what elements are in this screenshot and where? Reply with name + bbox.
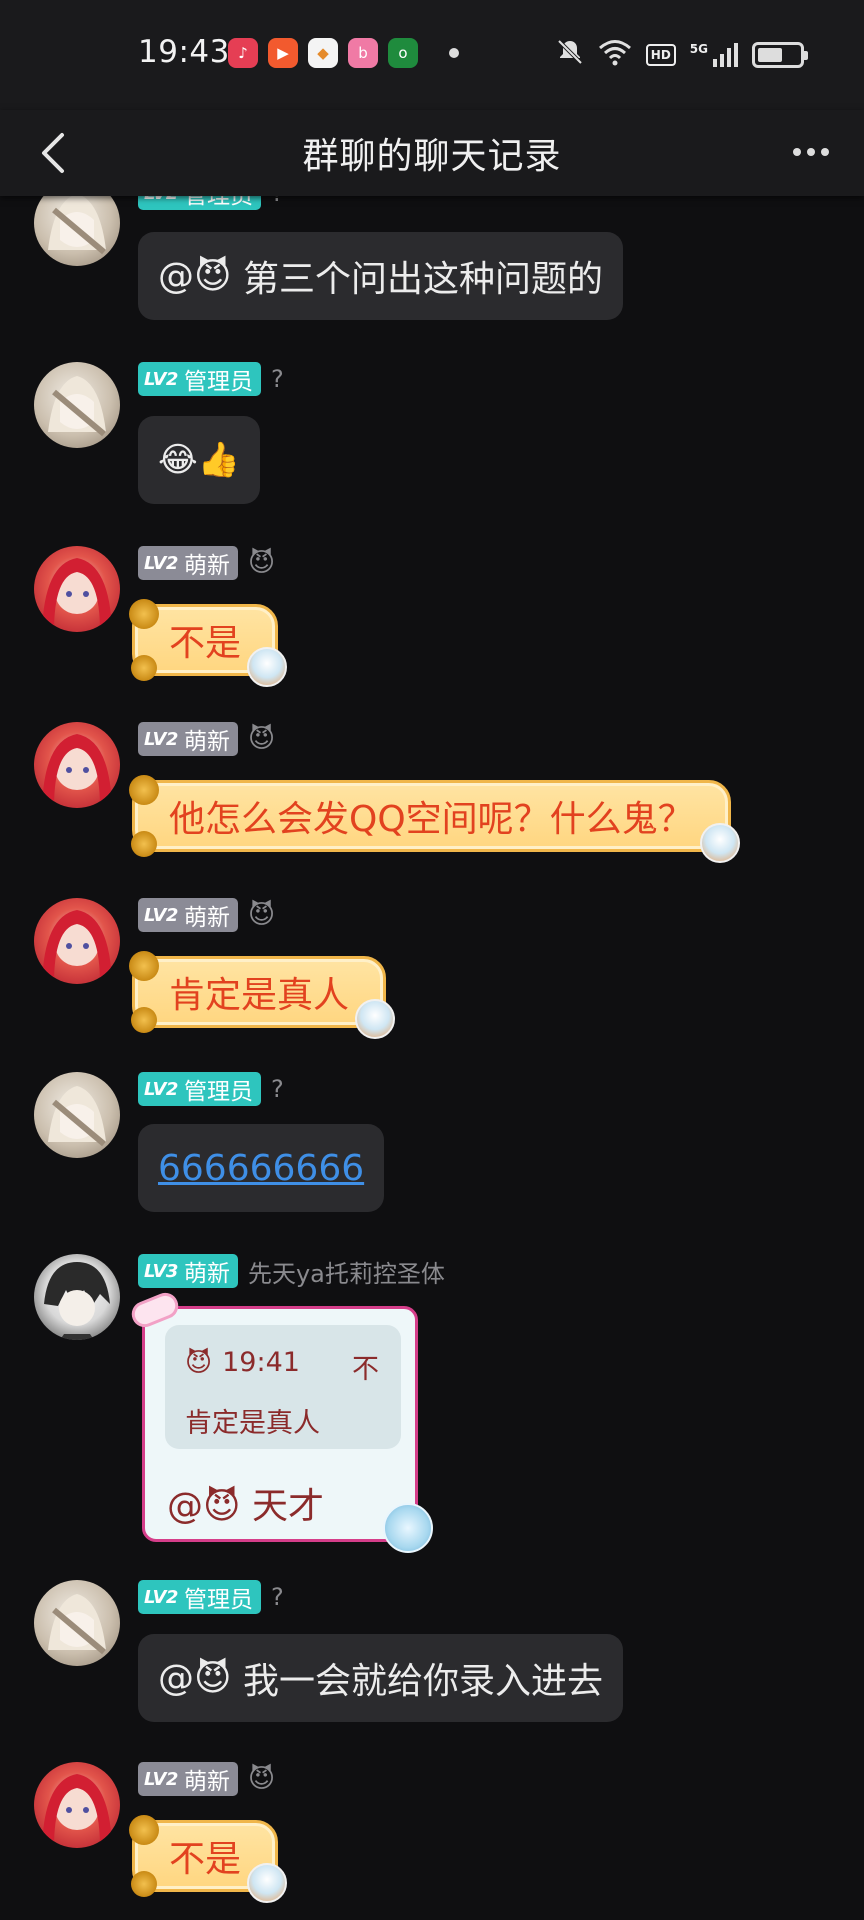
message-meta: LV2 萌新 😈 bbox=[138, 898, 275, 932]
chevron-left-icon bbox=[42, 133, 64, 173]
more-icon bbox=[793, 148, 801, 156]
oppo-app-icon: o bbox=[388, 38, 418, 68]
status-bar: 19:43 ♪ ▶ ◆ b o HD 5G bbox=[0, 0, 864, 110]
music-app-icon: ♪ bbox=[228, 38, 258, 68]
message-text: 😂👍 bbox=[158, 440, 241, 480]
level-badge: LV2管理员 bbox=[138, 362, 261, 396]
message-meta: LV2管理员 ? bbox=[138, 1580, 284, 1614]
mention[interactable]: @😈 bbox=[158, 1658, 232, 1699]
message-text: 他怎么会发QQ空间呢？什么鬼？ bbox=[169, 799, 694, 840]
message-bubble[interactable]: @😈 第三个问出这种问题的 bbox=[138, 232, 623, 320]
wifi-icon bbox=[598, 38, 632, 72]
sender-name: 😈 bbox=[247, 724, 276, 754]
quoted-header: 😈 19:41 bbox=[185, 1347, 300, 1378]
back-button[interactable] bbox=[28, 128, 78, 178]
message-text: @😈 天才 bbox=[167, 1486, 324, 1527]
message-bubble[interactable]: @😈 我一会就给你录入进去 bbox=[138, 1634, 623, 1722]
notification-app-icons: ♪ ▶ ◆ b o bbox=[228, 38, 418, 68]
level-badge: LV2 萌新 bbox=[138, 546, 238, 580]
avatar[interactable] bbox=[34, 546, 120, 632]
quoted-text: 肯定是真人 bbox=[185, 1408, 320, 1439]
message-meta: LV2 萌新 😈 bbox=[138, 546, 275, 580]
message-meta: LV3 萌新 先天ya托莉控圣体 bbox=[138, 1254, 445, 1288]
battery-fill bbox=[758, 48, 782, 62]
message-bubble[interactable]: 肯定是真人 bbox=[129, 951, 396, 1039]
message-meta: LV2管理员 ? bbox=[138, 196, 284, 210]
mention[interactable]: @😈 bbox=[158, 256, 232, 297]
sender-name: ? bbox=[270, 1075, 284, 1103]
avatar[interactable] bbox=[34, 1580, 120, 1666]
phone-number-link[interactable]: 666666666 bbox=[158, 1148, 364, 1189]
status-right: HD 5G bbox=[556, 38, 808, 72]
status-time: 19:43 bbox=[138, 34, 230, 70]
sender-name: 😈 bbox=[247, 548, 276, 578]
chat-history[interactable]: LV2管理员 ? @😈 第三个问出这种问题的 LV2管理员 ? 😂👍 LV2萌新… bbox=[0, 196, 864, 1920]
page-title: 群聊的聊天记录 bbox=[302, 136, 562, 177]
level-badge: LV2管理员 bbox=[138, 1072, 261, 1106]
message-meta: LV2管理员 ? bbox=[138, 362, 284, 396]
navigation-bar: 群聊的聊天记录 bbox=[0, 110, 864, 196]
message-bubble[interactable]: 😂👍 bbox=[138, 416, 261, 504]
message-text: 第三个问出这种问题的 bbox=[242, 259, 603, 300]
level-badge: LV2 萌新 bbox=[138, 722, 238, 756]
notification-dot bbox=[449, 48, 459, 58]
bilibili-app-icon: b bbox=[348, 38, 378, 68]
mute-bell-icon bbox=[556, 38, 584, 72]
battery-icon bbox=[752, 42, 808, 68]
reply-bubble-wrapper: 😈 19:41 不 肯定是真人 @😈 天才 bbox=[0, 1288, 864, 1556]
message-meta: LV2管理员 ? bbox=[138, 1072, 284, 1106]
avatar[interactable] bbox=[34, 196, 120, 266]
level-badge: LV2 萌新 bbox=[138, 898, 238, 932]
message-bubble[interactable]: 不是 bbox=[129, 1815, 288, 1903]
level-badge: LV3 萌新 bbox=[138, 1254, 238, 1288]
avatar[interactable] bbox=[34, 898, 120, 984]
message-bubble[interactable]: 666666666 bbox=[138, 1124, 385, 1212]
avatar[interactable] bbox=[34, 722, 120, 808]
gallery-app-icon: ◆ bbox=[308, 38, 338, 68]
more-button[interactable] bbox=[786, 132, 836, 172]
level-badge: LV2管理员 bbox=[138, 196, 261, 210]
sender-name: ? bbox=[270, 1583, 284, 1611]
avatar[interactable] bbox=[34, 1072, 120, 1158]
avatar[interactable] bbox=[34, 1762, 120, 1848]
sender-name: ? bbox=[271, 196, 284, 207]
video-app-icon: ▶ bbox=[268, 38, 298, 68]
hd-icon: HD bbox=[645, 44, 676, 66]
message-bubble[interactable]: 他怎么会发QQ空间呢？什么鬼？ bbox=[129, 775, 740, 863]
sender-name: 😈 bbox=[247, 900, 276, 930]
level-badge: LV2 萌新 bbox=[138, 1762, 238, 1796]
sender-name: 😈 bbox=[247, 1764, 276, 1794]
quoted-time: 19:41 bbox=[222, 1347, 300, 1378]
message-text: 肯定是真人 bbox=[169, 975, 350, 1016]
message-meta: LV2 萌新 😈 bbox=[138, 722, 275, 756]
quoted-message[interactable]: 😈 19:41 不 肯定是真人 bbox=[165, 1325, 401, 1449]
message-text: 不是 bbox=[169, 623, 242, 664]
avatar[interactable] bbox=[34, 362, 120, 448]
signal-icon: 5G bbox=[690, 42, 738, 68]
sender-name: 先天ya托莉控圣体 bbox=[247, 1259, 445, 1288]
quoted-flag: 不 bbox=[352, 1354, 379, 1385]
sender-name: ? bbox=[270, 365, 284, 393]
mention[interactable]: @😈 bbox=[167, 1486, 241, 1527]
message-text: 我一会就给你录入进去 bbox=[242, 1661, 603, 1702]
message-text: 不是 bbox=[169, 1839, 242, 1880]
message-bubble[interactable]: 不是 bbox=[129, 599, 288, 687]
network-type-label: 5G bbox=[689, 42, 708, 56]
quoted-sender: 😈 bbox=[185, 1347, 213, 1378]
message-bubble[interactable]: 😈 19:41 不 肯定是真人 @😈 天才 bbox=[127, 1288, 433, 1553]
message-meta: LV2 萌新 😈 bbox=[138, 1762, 275, 1796]
level-badge: LV2管理员 bbox=[138, 1580, 261, 1614]
